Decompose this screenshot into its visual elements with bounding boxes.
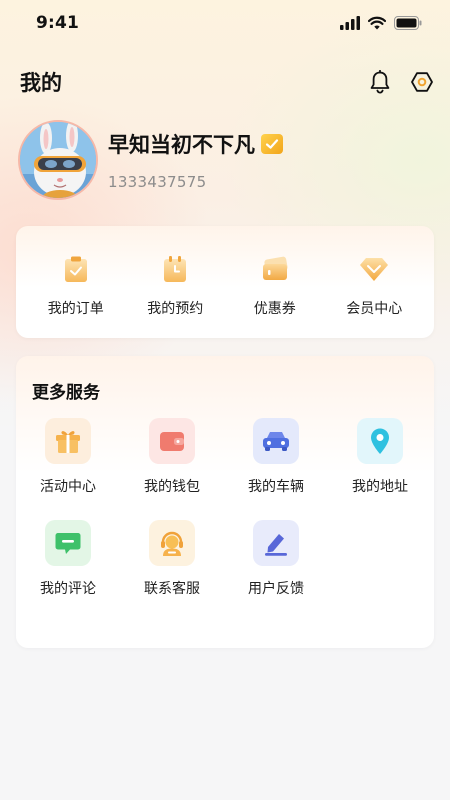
- page-header: 我的: [0, 62, 450, 102]
- profile-name-row: 早知当初不下凡: [108, 129, 283, 159]
- wallet-icon: [149, 418, 195, 464]
- feedback-icon: [253, 520, 299, 566]
- service-label: 联系客服: [144, 581, 200, 597]
- page-title: 我的: [20, 71, 62, 95]
- quick-action-label: 优惠券: [253, 301, 296, 317]
- section-title: 更多服务: [32, 383, 100, 403]
- status-time: 9:41: [36, 13, 80, 33]
- service-label: 我的车辆: [248, 479, 304, 495]
- status-icons: [340, 16, 422, 30]
- gift-icon: [45, 418, 91, 464]
- notification-bell-icon[interactable]: [368, 70, 392, 94]
- cellular-signal-icon: [340, 16, 360, 30]
- service-label: 我的钱包: [144, 479, 200, 495]
- avatar[interactable]: [18, 120, 98, 200]
- service-my-vehicle[interactable]: 我的车辆: [224, 418, 328, 496]
- battery-icon: [394, 16, 422, 30]
- location-pin-icon: [357, 418, 403, 464]
- quick-actions-row: 我的订单 我的预约 优惠券 会员中心: [16, 226, 434, 318]
- appointment-icon: [160, 254, 190, 284]
- quick-actions-card: 我的订单 我的预约 优惠券 会员中心: [16, 226, 434, 338]
- services-grid: 活动中心 我的钱包 我的车辆 我的地址 我的评论 联系客服 用户反馈: [16, 418, 434, 598]
- quick-action-coupons[interactable]: 优惠券: [225, 254, 325, 318]
- order-icon: [61, 254, 91, 284]
- service-label: 活动中心: [40, 479, 96, 495]
- coupon-icon: [260, 254, 290, 284]
- quick-action-membership[interactable]: 会员中心: [325, 254, 425, 318]
- wifi-icon: [368, 16, 386, 30]
- status-bar: 9:41: [0, 0, 450, 46]
- quick-action-label: 会员中心: [346, 301, 403, 317]
- service-my-address[interactable]: 我的地址: [328, 418, 432, 496]
- comment-icon: [45, 520, 91, 566]
- user-phone: 1333437575: [108, 173, 207, 191]
- service-my-comments[interactable]: 我的评论: [16, 520, 120, 598]
- service-activity-center[interactable]: 活动中心: [16, 418, 120, 496]
- user-profile[interactable]: 早知当初不下凡 1333437575: [18, 120, 283, 200]
- service-customer-support[interactable]: 联系客服: [120, 520, 224, 598]
- quick-action-label: 我的预约: [147, 301, 204, 317]
- quick-action-label: 我的订单: [47, 301, 104, 317]
- profile-info: 早知当初不下凡 1333437575: [108, 129, 283, 191]
- settings-gear-icon[interactable]: [410, 70, 434, 94]
- service-user-feedback[interactable]: 用户反馈: [224, 520, 328, 598]
- quick-action-appointments[interactable]: 我的预约: [126, 254, 226, 318]
- service-label: 我的地址: [352, 479, 408, 495]
- verified-badge-icon: [261, 134, 283, 154]
- service-label: 我的评论: [40, 581, 96, 597]
- header-actions: [368, 70, 434, 94]
- service-label: 用户反馈: [248, 581, 304, 597]
- diamond-icon: [359, 254, 389, 284]
- quick-action-orders[interactable]: 我的订单: [26, 254, 126, 318]
- car-icon: [253, 418, 299, 464]
- user-name: 早知当初不下凡: [108, 133, 255, 157]
- customer-service-icon: [149, 520, 195, 566]
- more-services-card: 更多服务 活动中心 我的钱包 我的车辆 我的地址 我的评论 联系客服 用户反馈: [16, 356, 434, 648]
- service-wallet[interactable]: 我的钱包: [120, 418, 224, 496]
